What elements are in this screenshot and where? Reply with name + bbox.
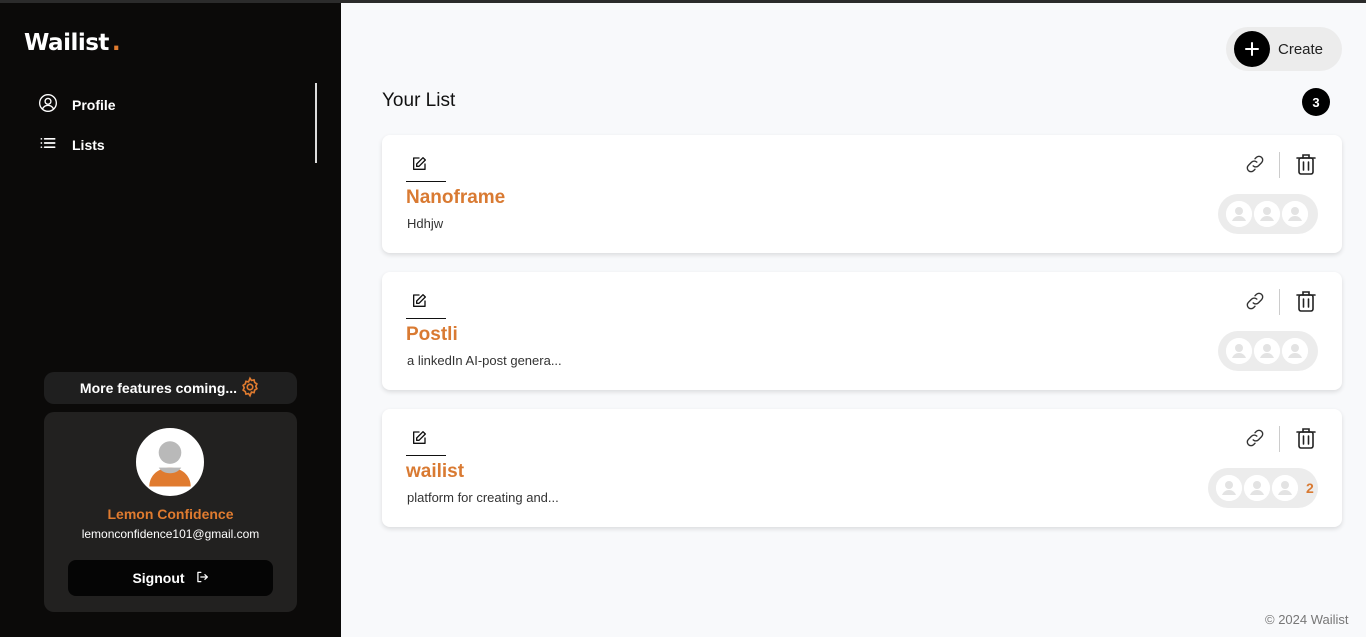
nav-divider	[315, 83, 317, 163]
edit-icon	[413, 157, 426, 170]
trash-icon[interactable]	[1296, 153, 1316, 175]
list-count-badge: 3	[1302, 88, 1330, 116]
signout-label: Signout	[132, 570, 185, 586]
plus-icon	[1234, 31, 1270, 67]
avatar-placeholder-icon	[1226, 201, 1252, 227]
trash-icon[interactable]	[1296, 427, 1316, 449]
subscriber-avatars: 2	[1208, 468, 1318, 508]
user-circle-icon	[38, 93, 58, 116]
avatar-placeholder-icon	[1244, 475, 1270, 501]
avatar-placeholder-icon	[1282, 338, 1308, 364]
subscriber-avatars	[1218, 331, 1318, 371]
edit-icon	[413, 294, 426, 307]
card-title[interactable]: Nanoframe	[406, 187, 505, 209]
avatar-placeholder-icon	[1272, 475, 1298, 501]
edit-button[interactable]	[406, 427, 446, 456]
brand-name: Wailist	[24, 30, 109, 56]
card-description: Hdhjw	[407, 216, 444, 231]
action-divider	[1279, 426, 1280, 452]
user-card: Lemon Confidence lemonconfidence101@gmai…	[44, 412, 297, 612]
brand-dot: .	[111, 30, 121, 56]
user-name: Lemon Confidence	[107, 506, 234, 522]
edit-button[interactable]	[406, 290, 446, 319]
edit-button[interactable]	[406, 153, 446, 182]
list-icon	[38, 133, 58, 156]
footer-copyright: © 2024 Wailist	[1265, 612, 1349, 627]
list-card[interactable]: wailist platform for creating and... 2	[382, 409, 1342, 527]
more-features-banner: More features coming...	[44, 372, 297, 404]
page-title: Your List	[382, 90, 456, 111]
edit-icon	[413, 431, 426, 444]
signout-button[interactable]: Signout	[68, 560, 273, 596]
list-card[interactable]: Nanoframe Hdhjw	[382, 135, 1342, 253]
avatar-placeholder-icon	[1282, 201, 1308, 227]
card-description: a linkedIn AI-post genera...	[407, 353, 562, 368]
card-title[interactable]: wailist	[406, 461, 464, 483]
sidebar: Wailist. Profile Lists More features com…	[0, 3, 341, 637]
avatar-placeholder-icon	[1216, 475, 1242, 501]
card-description: platform for creating and...	[407, 490, 559, 505]
action-divider	[1279, 152, 1280, 178]
sidebar-item-profile[interactable]: Profile	[38, 93, 116, 116]
subscriber-count: 2	[1306, 480, 1314, 496]
user-email: lemonconfidence101@gmail.com	[81, 527, 260, 541]
trash-icon[interactable]	[1296, 290, 1316, 312]
list-card[interactable]: Postli a linkedIn AI-post genera...	[382, 272, 1342, 390]
create-button[interactable]: Create	[1226, 27, 1342, 71]
subscriber-avatars	[1218, 194, 1318, 234]
avatar-placeholder-icon	[1226, 338, 1252, 364]
card-title[interactable]: Postli	[406, 324, 458, 346]
sidebar-item-label: Lists	[72, 136, 105, 153]
logout-icon	[195, 570, 209, 587]
link-icon[interactable]	[1244, 290, 1266, 312]
sidebar-item-lists[interactable]: Lists	[38, 133, 105, 156]
avatar	[136, 428, 204, 496]
features-label: More features coming...	[79, 380, 238, 396]
action-divider	[1279, 289, 1280, 315]
link-icon[interactable]	[1244, 153, 1266, 175]
create-label: Create	[1278, 40, 1324, 58]
sidebar-item-label: Profile	[72, 96, 116, 113]
avatar-placeholder-icon	[1254, 201, 1280, 227]
avatar-placeholder-icon	[1254, 338, 1280, 364]
gear-icon	[239, 376, 261, 401]
brand-logo[interactable]: Wailist.	[24, 30, 121, 56]
link-icon[interactable]	[1244, 427, 1266, 449]
